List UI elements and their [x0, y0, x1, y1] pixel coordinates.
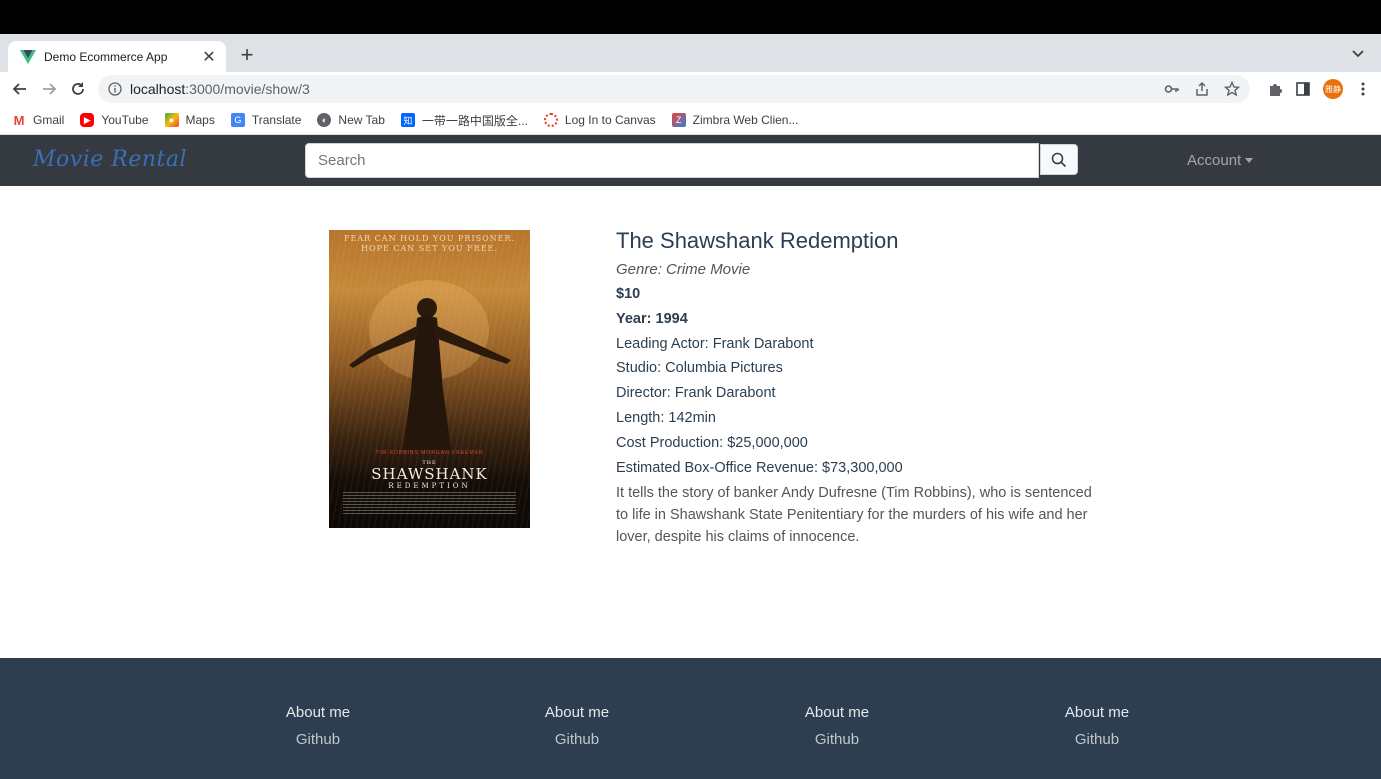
reload-icon — [72, 82, 84, 95]
footer-column: About me Github — [248, 704, 388, 748]
movie-director: Director: Frank Darabont — [616, 385, 776, 402]
forward-button[interactable] — [38, 78, 60, 100]
bookmark-label: Gmail — [33, 113, 65, 127]
chevron-down-icon[interactable] — [1351, 46, 1365, 60]
bookmark-label: 一带一路中国版全... — [421, 113, 528, 128]
poster-title: SHAWSHANK — [371, 465, 488, 483]
address-bar[interactable]: localhost:3000/movie/show/3 — [98, 75, 1250, 103]
bookmark-youtube[interactable]: ▶ YouTube — [80, 113, 149, 127]
search-icon — [1051, 152, 1067, 167]
footer-column: About me Github — [1027, 704, 1167, 748]
browser-toolbar: localhost:3000/movie/show/3 雅静 — [0, 72, 1381, 106]
bookmark-maps[interactable]: ● Maps — [164, 113, 215, 127]
browser-tab[interactable]: Demo Ecommerce App ✕ — [8, 41, 226, 72]
bookmarks-bar: M Gmail ▶ YouTube ● Maps G Translate ◐ New Ta… — [0, 106, 1381, 135]
url-path: :3000/movie/show/3 — [185, 81, 310, 97]
extensions-puzzle-icon[interactable] — [1267, 81, 1283, 97]
share-icon[interactable] — [1194, 81, 1210, 97]
search-input[interactable] — [305, 143, 1039, 178]
bookmark-label: Translate — [251, 113, 302, 127]
movie-details: The Shawshank Redemption Genre: Crime Mo… — [616, 228, 1106, 548]
poster-subtitle: REDEMPTION — [388, 482, 471, 490]
poster-tagline-2: HOPE CAN SET YOU FREE. — [361, 244, 498, 253]
poster-tagline-1: FEAR CAN HOLD YOU PRISONER. — [343, 234, 516, 243]
bookmark-translate[interactable]: G Translate — [230, 113, 302, 127]
bookmark-label: Log In to Canvas — [564, 113, 656, 127]
movie-revenue: Estimated Box-Office Revenue: $73,300,00… — [616, 459, 903, 476]
movie-year: Year: 1994 — [616, 310, 688, 327]
footer-about-link[interactable]: About me — [507, 704, 647, 721]
vue-logo-icon — [20, 49, 36, 64]
bookmark-canvas[interactable]: Log In to Canvas — [543, 113, 656, 127]
profile-avatar[interactable]: 雅静 — [1323, 79, 1343, 99]
poster-actors: TIM ROBBINS MORGAN FREEMAN — [375, 450, 484, 456]
footer-about-link[interactable]: About me — [1027, 704, 1167, 721]
tab-strip: Demo Ecommerce App ✕ + — [0, 34, 1381, 72]
footer-github-link[interactable]: Github — [1027, 731, 1167, 748]
zhihu-icon: 知 — [400, 113, 415, 127]
translate-icon: G — [230, 113, 245, 127]
footer-github-link[interactable]: Github — [507, 731, 647, 748]
poster-tagline: FEAR CAN HOLD YOU PRISONER. HOPE CAN SET… — [329, 234, 530, 254]
back-arrow-icon — [12, 83, 26, 95]
footer-github-link[interactable]: Github — [767, 731, 907, 748]
footer-column: About me Github — [507, 704, 647, 748]
canvas-icon — [543, 113, 558, 127]
new-tab-button[interactable]: + — [236, 44, 258, 66]
forward-arrow-icon — [43, 83, 57, 95]
key-icon[interactable] — [1164, 81, 1180, 97]
bookmark-label: YouTube — [101, 113, 149, 127]
poster-credits — [343, 492, 516, 514]
movie-poster: FEAR CAN HOLD YOU PRISONER. HOPE CAN SET… — [329, 230, 530, 528]
zimbra-icon: Z — [671, 113, 686, 127]
tab-title: Demo Ecommerce App — [44, 49, 168, 64]
caret-down-icon — [1245, 158, 1254, 163]
bookmark-zimbra[interactable]: Z Zimbra Web Clien... — [671, 113, 799, 127]
screen: Demo Ecommerce App ✕ + localhost:3000/mo… — [0, 0, 1381, 779]
movie-studio: Studio: Columbia Pictures — [616, 360, 783, 377]
movie-price: $10 — [616, 286, 641, 302]
movie-leading-actor: Leading Actor: Frank Darabont — [616, 335, 814, 352]
url-host: localhost — [130, 81, 186, 97]
footer-about-link[interactable]: About me — [248, 704, 388, 721]
poster-figure — [349, 280, 511, 450]
account-dropdown[interactable]: Account — [1187, 152, 1254, 169]
maps-icon: ● — [164, 113, 179, 127]
bookmark-label: Zimbra Web Clien... — [692, 113, 799, 127]
app-navbar: Movie Rental Account — [0, 135, 1381, 186]
web-page: Movie Rental Account FEAR CAN HOLD YOU P… — [0, 135, 1381, 779]
bookmark-label: New Tab — [338, 113, 385, 127]
bookmark-new-tab[interactable]: ◐ New Tab — [317, 113, 385, 127]
search-button[interactable] — [1040, 144, 1078, 175]
movie-title: The Shawshank Redemption — [616, 228, 899, 253]
info-icon[interactable] — [108, 82, 122, 96]
brand-logo[interactable]: Movie Rental — [33, 147, 187, 172]
more-vert-icon[interactable] — [1355, 81, 1371, 97]
footer-column: About me Github — [767, 704, 907, 748]
movie-cost: Cost Production: $25,000,000 — [616, 434, 808, 451]
movie-genre: Genre: Crime Movie — [616, 261, 751, 278]
bookmark-label: Maps — [185, 113, 215, 127]
account-label: Account — [1187, 152, 1242, 169]
side-panel-icon[interactable] — [1295, 81, 1311, 97]
gmail-icon: M — [12, 112, 26, 128]
star-icon[interactable] — [1224, 81, 1240, 97]
url-text[interactable]: localhost:3000/movie/show/3 — [130, 81, 310, 97]
youtube-icon: ▶ — [80, 113, 95, 127]
bookmark-zhihu[interactable]: 知一带一路中国版全... — [400, 112, 528, 129]
movie-description: It tells the story of banker Andy Dufres… — [616, 485, 1092, 546]
close-tab-icon[interactable]: ✕ — [200, 47, 218, 67]
footer-about-link[interactable]: About me — [767, 704, 907, 721]
reload-button[interactable] — [67, 78, 89, 100]
footer-github-link[interactable]: Github — [248, 731, 388, 748]
bookmark-gmail[interactable]: M Gmail — [12, 112, 65, 128]
globe-icon: ◐ — [317, 113, 332, 127]
movie-length: Length: 142min — [616, 409, 716, 426]
footer: About me Github About me Github About me… — [0, 658, 1381, 779]
back-button[interactable] — [9, 78, 31, 100]
